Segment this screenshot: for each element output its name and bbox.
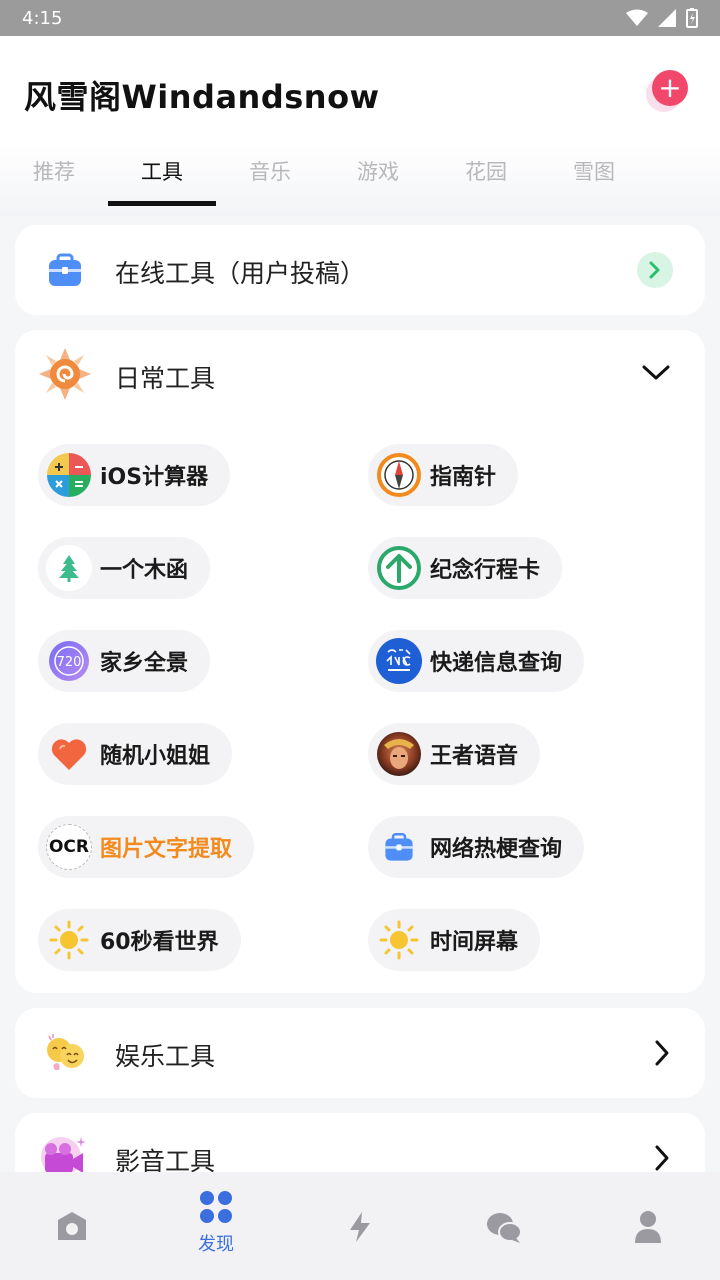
chevron-down-icon xyxy=(642,365,670,380)
panorama-720-icon: 720 xyxy=(46,638,92,684)
hero-avatar-icon xyxy=(376,731,422,777)
tool-meme-query[interactable]: 网络热梗查询 xyxy=(368,816,585,878)
tool-travel-card[interactable]: 纪念行程卡 xyxy=(368,537,563,599)
ocr-text: OCR xyxy=(48,837,90,857)
tool-label: 指南针 xyxy=(430,465,497,490)
tool-60s-world[interactable]: 60秒看世界 xyxy=(38,909,241,971)
header: 风雪阁Windandsnow + 推荐 工具 音乐 游戏 花园 雪图 xyxy=(0,36,720,216)
category-tabs: 推荐 工具 音乐 游戏 花园 雪图 xyxy=(0,156,720,206)
tool-label: 快递信息查询 xyxy=(430,651,563,676)
nav-flash[interactable] xyxy=(288,1210,432,1248)
sun-icon xyxy=(46,917,92,963)
tool-ocr[interactable]: OCR 图片文字提取 xyxy=(38,816,255,878)
tool-yige-muhan[interactable]: 一个木函 xyxy=(38,537,211,599)
tool-label: 60秒看世界 xyxy=(100,930,219,955)
app-title: 风雪阁Windandsnow xyxy=(24,78,380,116)
collapse-button[interactable] xyxy=(641,362,671,386)
tool-compass[interactable]: 指南针 xyxy=(368,444,519,506)
tool-time-screen[interactable]: 时间屏幕 xyxy=(368,909,541,971)
calculator-icon xyxy=(46,452,92,498)
daily-tools-card: 日常工具 iOS计算器 指南针 一个木函 纪念行程卡 720 家乡全景 快递信息… xyxy=(15,330,705,993)
tool-hometown-panorama[interactable]: 720 家乡全景 xyxy=(38,630,211,692)
daily-tools-label: 日常工具 xyxy=(115,364,216,393)
tool-label: 时间屏幕 xyxy=(430,930,519,955)
happy-faces-icon xyxy=(47,1034,84,1070)
toolbox-icon xyxy=(49,253,81,286)
nav-messages[interactable] xyxy=(432,1210,576,1248)
online-tools-card[interactable]: 在线工具（用户投稿） xyxy=(15,225,705,315)
chevron-right-icon xyxy=(655,1040,669,1066)
status-bar: 4:15 xyxy=(0,0,720,36)
tab-garden[interactable]: 花园 xyxy=(432,156,540,186)
compass-icon xyxy=(376,452,422,498)
tool-ios-calculator[interactable]: iOS计算器 xyxy=(38,444,231,506)
entertainment-tools-card[interactable]: 娱乐工具 xyxy=(15,1008,705,1098)
sun-spiral-icon xyxy=(39,348,91,400)
tool-express-query[interactable]: 快递信息查询 xyxy=(368,630,585,692)
bottom-nav: 发现 xyxy=(0,1172,720,1280)
battery-icon xyxy=(686,8,698,28)
tool-label: 一个木函 xyxy=(100,558,189,583)
tab-recommend[interactable]: 推荐 xyxy=(0,156,108,186)
tool-label: 王者语音 xyxy=(430,744,519,769)
nav-profile[interactable] xyxy=(576,1210,720,1248)
cainiao-icon xyxy=(376,638,422,684)
active-tab-indicator xyxy=(108,201,216,206)
toolbox-icon xyxy=(376,824,422,870)
chevron-right-icon xyxy=(649,261,660,279)
tool-label: 随机小姐姐 xyxy=(100,744,211,769)
panorama-text: 720 xyxy=(57,655,82,670)
entertainment-tools-label: 娱乐工具 xyxy=(115,1042,216,1071)
signal-icon xyxy=(658,9,676,27)
tab-games[interactable]: 游戏 xyxy=(324,156,432,186)
arrow-up-circle-icon xyxy=(376,545,422,591)
tool-honor-voice[interactable]: 王者语音 xyxy=(368,723,541,785)
add-button[interactable]: + xyxy=(652,70,688,106)
lightning-icon xyxy=(350,1212,370,1242)
tool-label: 网络热梗查询 xyxy=(430,837,563,862)
tool-label: iOS计算器 xyxy=(100,465,209,490)
tool-random-girl[interactable]: 随机小姐姐 xyxy=(38,723,233,785)
home-icon xyxy=(58,1212,86,1240)
tab-tools[interactable]: 工具 xyxy=(108,156,216,186)
nav-discover[interactable]: 发现 xyxy=(144,1190,288,1256)
tree-icon xyxy=(46,545,92,591)
tab-snow-images[interactable]: 雪图 xyxy=(540,156,648,186)
user-icon xyxy=(635,1211,661,1243)
nav-home[interactable] xyxy=(0,1210,144,1248)
status-time: 4:15 xyxy=(22,7,63,29)
wifi-icon xyxy=(626,9,648,26)
heart-icon xyxy=(46,731,92,777)
tool-label: 纪念行程卡 xyxy=(430,558,541,583)
chat-bubbles-icon xyxy=(487,1213,522,1243)
chevron-right-icon xyxy=(655,1145,669,1171)
tab-music[interactable]: 音乐 xyxy=(216,156,324,186)
nav-discover-label: 发现 xyxy=(198,1234,234,1255)
tool-label: 家乡全景 xyxy=(100,651,189,676)
grid-icon xyxy=(200,1191,232,1223)
plus-icon: + xyxy=(658,71,682,104)
tool-label: 图片文字提取 xyxy=(100,837,233,862)
ocr-icon: OCR xyxy=(46,824,92,870)
sun-icon xyxy=(376,917,422,963)
status-icons xyxy=(626,8,698,28)
online-tools-go-button[interactable] xyxy=(637,252,673,288)
online-tools-label: 在线工具（用户投稿） xyxy=(115,259,366,288)
